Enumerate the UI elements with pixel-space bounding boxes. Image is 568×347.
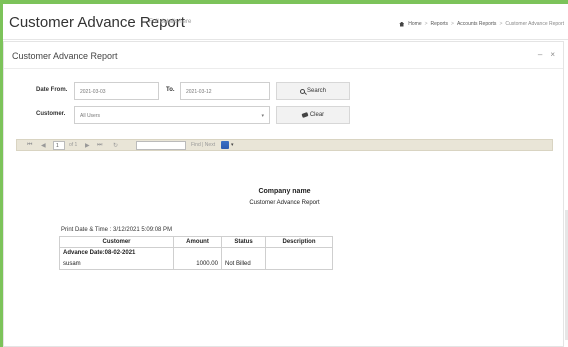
- company-name: Company name: [258, 188, 311, 195]
- clear-button-label: Clear: [309, 112, 325, 118]
- breadcrumb-separator: >: [499, 21, 503, 27]
- search-button-label: Search: [306, 88, 326, 94]
- page-number-input[interactable]: 1: [53, 141, 65, 150]
- date-from-label: Date From.: [36, 87, 68, 93]
- first-page-icon[interactable]: ⏮: [27, 142, 32, 149]
- breadcrumb-reports[interactable]: Reports: [431, 21, 449, 27]
- clear-button[interactable]: Clear: [276, 106, 350, 124]
- search-icon: [299, 88, 305, 94]
- page-count: of 1: [69, 142, 78, 148]
- collapse-icon[interactable]: –: [538, 50, 542, 59]
- customer-label: Customer.: [36, 111, 66, 117]
- column-header-amount: Amount: [173, 236, 222, 248]
- report-title: Customer Advance Report: [249, 200, 320, 206]
- breadcrumb-current: Customer Advance Report: [505, 21, 564, 27]
- date-from-input[interactable]: 2021-03-03: [74, 82, 159, 100]
- table-row: susam 1000.00 Not Billed: [59, 258, 333, 270]
- report-panel: Customer Advance Report – × Date From. 2…: [3, 41, 564, 347]
- close-icon[interactable]: ×: [550, 50, 555, 59]
- page-subtitle: Full details here: [149, 19, 192, 25]
- customer-select[interactable]: All Users ▾: [74, 106, 270, 124]
- cell-description: [265, 258, 333, 270]
- table-group-row: Advance Date:08-02-2021: [59, 247, 333, 259]
- panel-tools: – ×: [538, 50, 555, 59]
- date-to-input[interactable]: 2021-03-12: [180, 82, 270, 100]
- panel-divider: [4, 68, 563, 69]
- page-header: Customer Advance Report Full details her…: [3, 4, 568, 40]
- report-viewer-toolbar: ⏮ ◀ 1 of 1 ▶ ⏭ ↻ Find | Next ▾: [16, 139, 553, 151]
- customer-select-value: All Users: [80, 113, 101, 119]
- last-page-icon[interactable]: ⏭: [97, 142, 102, 149]
- breadcrumb-separator: >: [451, 21, 454, 27]
- breadcrumb-home[interactable]: Home: [408, 21, 421, 27]
- chevron-down-icon: ▾: [261, 113, 264, 119]
- to-label: To.: [166, 87, 175, 93]
- previous-page-icon[interactable]: ◀: [41, 142, 46, 149]
- export-icon[interactable]: [221, 141, 229, 149]
- find-text-input[interactable]: [136, 141, 186, 150]
- cell-customer: susam: [59, 258, 174, 270]
- column-header-customer: Customer: [59, 236, 174, 248]
- next-page-icon[interactable]: ▶: [85, 142, 90, 149]
- column-header-status: Status: [221, 236, 266, 248]
- find-next-link[interactable]: Find | Next: [191, 142, 215, 148]
- group-label: Advance Date:08-02-2021: [59, 247, 174, 259]
- breadcrumb: Home > Reports > Accounts Reports > Cust…: [399, 21, 564, 27]
- column-header-description: Description: [265, 236, 333, 248]
- cell-amount: 1000.00: [173, 258, 222, 270]
- report-table: Customer Amount Status Description Advan…: [59, 236, 333, 270]
- eraser-icon: [301, 112, 309, 118]
- cell-status: Not Billed: [221, 258, 266, 270]
- breadcrumb-separator: >: [424, 21, 428, 27]
- home-icon: [399, 21, 405, 27]
- panel-title: Customer Advance Report: [12, 51, 118, 61]
- export-dropdown-caret[interactable]: ▾: [231, 142, 234, 148]
- breadcrumb-accounts-reports[interactable]: Accounts Reports: [457, 21, 496, 27]
- print-date: Print Date & Time : 3/12/2021 5:09:08 PM: [61, 227, 173, 233]
- refresh-icon[interactable]: ↻: [113, 142, 118, 149]
- search-button[interactable]: Search: [276, 82, 350, 100]
